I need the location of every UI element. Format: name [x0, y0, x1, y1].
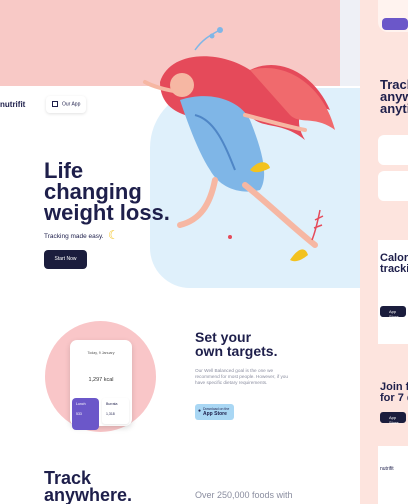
meal-card-burrata-value: 1,318 [106, 412, 115, 416]
grid-icon [52, 101, 58, 107]
meal-card-lunch-title: Lunch [76, 402, 86, 406]
preview-footer-logo: nutrifit [380, 466, 394, 472]
our-app-button[interactable]: Our App [46, 96, 86, 113]
track-heading-line-2: anywhere. [44, 485, 133, 504]
app-store-button[interactable]: ● Download on the App Store [195, 404, 234, 420]
preview-card-2 [378, 171, 408, 201]
preview-card-1 [378, 135, 408, 165]
preview-app-store-label-2: App Store [389, 415, 399, 425]
meal-card-lunch-value: 533 [76, 412, 82, 416]
leaf-3 [311, 209, 324, 241]
our-app-label: Our App [62, 101, 81, 108]
face [170, 73, 194, 97]
leg-back [242, 182, 318, 248]
meal-card-lunch: Lunch 533 [72, 398, 99, 430]
preview-app-store-label: App Store [389, 309, 399, 319]
preview-app-store-button: App Store [380, 306, 406, 319]
targets-heading: Set your own targets. [195, 330, 305, 358]
flower-2 [209, 33, 215, 39]
leaf-1 [290, 249, 308, 262]
brand-logo[interactable]: nutrifit [0, 100, 25, 109]
foods-count-text: Over 250,000 foods with [195, 490, 293, 500]
phone-kcal: 1,297 kcal [88, 377, 114, 383]
meal-card-burrata-title: Burrata [106, 402, 118, 406]
hero-headline-line-3: weight loss. [44, 200, 170, 225]
hero-headline-line-1: Life [44, 158, 84, 183]
preview-top-button [382, 18, 408, 30]
leg-front [177, 177, 218, 228]
start-now-button[interactable]: Start Now [44, 250, 87, 269]
branch-decoration [194, 29, 221, 51]
berry [228, 235, 232, 239]
hero-subtitle: Tracking made easy. [44, 233, 104, 240]
app-store-big-label: App Store [203, 411, 227, 417]
track-heading: Track anywhere. [44, 469, 164, 504]
preview-track-line-3: anyti [380, 101, 408, 116]
hero-headline-line-2: changing [44, 179, 142, 204]
hero-illustration [143, 27, 335, 262]
flower-1 [217, 27, 223, 33]
meal-card-burrata: Burrata 1,318 [102, 398, 129, 424]
preview-join-line-2: for 7 d [380, 392, 408, 404]
phone-date: Today, 9 January [87, 351, 115, 355]
apple-icon: ● [198, 408, 202, 414]
targets-heading-line-2: own targets. [195, 343, 278, 359]
targets-body: Our Well Balanced goal is the one we rec… [195, 368, 289, 386]
targets-heading-line-1: Set your [195, 329, 252, 345]
preview-calorie-line-2: trackin [380, 263, 408, 275]
preview-app-store-button-2: App Store [380, 412, 406, 425]
banana-icon: ☾ [108, 228, 119, 242]
hero-headline: Life changing weight loss. [44, 158, 174, 225]
next-page-preview: Track anyw anyti Calori trackin App Stor… [360, 0, 408, 504]
